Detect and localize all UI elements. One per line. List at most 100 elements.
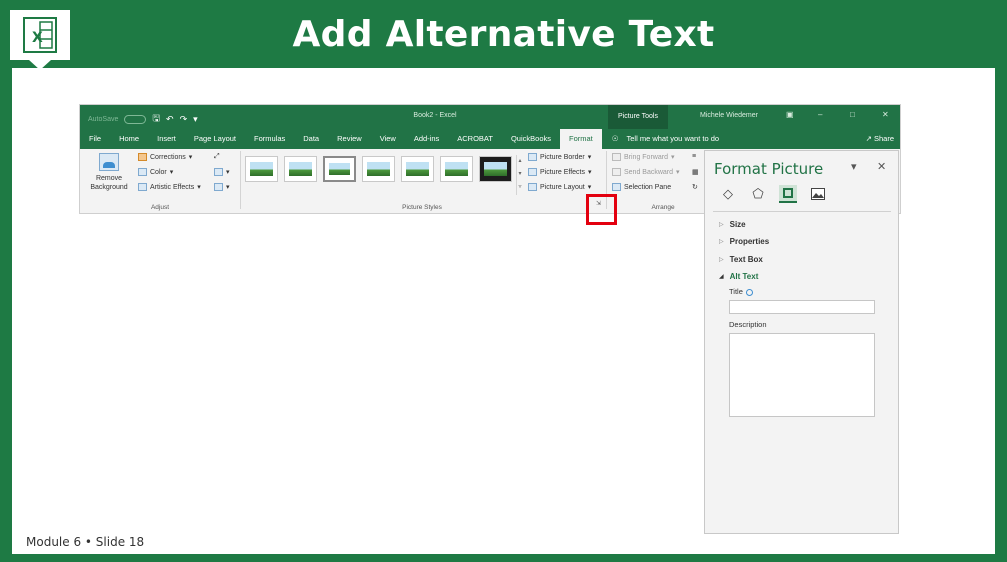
share-button[interactable]: ↗ Share xyxy=(866,129,894,149)
picture-layout-button[interactable]: Picture Layout ▾ xyxy=(528,183,591,191)
pane-close-icon[interactable]: ✕ xyxy=(877,160,886,173)
user-name[interactable]: Michele Wiedemer xyxy=(700,112,758,119)
picture-effects-label: Picture Effects xyxy=(540,168,586,176)
minimize-icon[interactable]: – xyxy=(818,110,822,119)
ribbon-tabs: File Home Insert Page Layout Formulas Da… xyxy=(80,129,900,149)
group-icon[interactable]: ▦ xyxy=(692,168,699,176)
picture-styles-group-label: Picture Styles xyxy=(402,204,442,211)
artistic-effects-label: Artistic Effects xyxy=(150,183,195,191)
close-icon[interactable]: ✕ xyxy=(882,110,889,119)
dropdown-arrow-icon: ▾ xyxy=(188,154,193,161)
document-title: Book2 - Excel xyxy=(413,112,457,119)
picture-style-thumb[interactable] xyxy=(362,156,395,182)
section-text-box[interactable]: ▷ Text Box xyxy=(719,255,763,264)
tab-data[interactable]: Data xyxy=(294,129,328,149)
corrections-icon xyxy=(138,153,147,161)
rotate-icon[interactable]: ↻ xyxy=(692,183,698,191)
bring-forward-label: Bring Forward xyxy=(624,153,668,161)
tab-review[interactable]: Review xyxy=(328,129,371,149)
alt-description-label: Description xyxy=(729,320,767,329)
section-properties[interactable]: ▷ Properties xyxy=(719,237,769,246)
tab-format[interactable]: Format xyxy=(560,129,602,149)
redo-icon[interactable]: ↷ xyxy=(180,114,188,125)
picture-style-thumb[interactable] xyxy=(323,156,356,182)
tab-formulas[interactable]: Formulas xyxy=(245,129,294,149)
tab-home[interactable]: Home xyxy=(110,129,148,149)
pane-title: Format Picture xyxy=(714,160,824,178)
selection-pane-button[interactable]: Selection Pane xyxy=(612,183,671,191)
selection-pane-label: Selection Pane xyxy=(624,183,672,191)
picture-layout-icon xyxy=(528,183,537,191)
send-backward-button[interactable]: Send Backward ▾ xyxy=(612,168,680,176)
dropdown-arrow-icon: ▾ xyxy=(169,169,174,176)
dropdown-arrow-icon: ▾ xyxy=(587,184,592,191)
reset-picture-button[interactable]: ▾ xyxy=(214,183,230,191)
picture-glyph xyxy=(811,188,825,200)
dropdown-arrow-icon: ▾ xyxy=(587,154,592,161)
effects-icon[interactable]: ⬠ xyxy=(749,185,767,203)
tab-view[interactable]: View xyxy=(371,129,405,149)
color-icon xyxy=(138,168,147,176)
dropdown-arrow-icon: ▾ xyxy=(588,169,592,176)
pane-options-icon[interactable]: ▾ xyxy=(851,160,857,173)
arrange-group-label: Arrange xyxy=(651,204,675,211)
pane-category-icons: ◇ ⬠ xyxy=(719,185,827,203)
gallery-scroll[interactable]: ▴ ▾ ▿ xyxy=(516,155,523,195)
color-button[interactable]: Color ▾ xyxy=(138,168,173,176)
bring-forward-icon xyxy=(612,153,621,161)
size-properties-glyph xyxy=(783,188,793,198)
dropdown-arrow-icon: ▾ xyxy=(226,184,230,191)
tell-me-search[interactable]: Tell me what you want to do xyxy=(627,129,728,149)
gallery-down-icon[interactable]: ▾ xyxy=(517,168,523,181)
info-icon[interactable] xyxy=(745,288,753,296)
picture-border-button[interactable]: Picture Border ▾ xyxy=(528,153,591,161)
picture-icon[interactable] xyxy=(809,185,827,203)
share-label: Share xyxy=(873,134,894,143)
picture-styles-gallery xyxy=(245,156,515,184)
artistic-effects-icon xyxy=(138,183,147,191)
picture-style-thumb[interactable] xyxy=(284,156,317,182)
section-alt-text[interactable]: ◢ Alt Text xyxy=(719,272,758,281)
autosave-label: AutoSave xyxy=(88,115,119,123)
fill-line-icon[interactable]: ◇ xyxy=(719,185,737,203)
picture-style-thumb[interactable] xyxy=(440,156,473,182)
lightbulb-icon: ☉ xyxy=(611,134,619,143)
size-properties-icon[interactable] xyxy=(779,185,797,203)
remove-background-button[interactable]: Remove Background xyxy=(86,153,132,192)
section-alt-text-label: Alt Text xyxy=(729,272,759,281)
corrections-button[interactable]: Corrections ▾ xyxy=(138,153,192,161)
align-icon[interactable]: ≡ xyxy=(692,153,696,160)
customize-qat-icon[interactable]: ▾ xyxy=(193,114,198,125)
tab-file[interactable]: File xyxy=(80,129,110,149)
picture-style-thumb[interactable] xyxy=(479,156,512,182)
alt-description-textarea[interactable] xyxy=(729,333,875,417)
tab-add-ins[interactable]: Add-ins xyxy=(405,129,448,149)
dropdown-arrow-icon: ▾ xyxy=(197,184,201,191)
tab-page-layout[interactable]: Page Layout xyxy=(185,129,245,149)
gallery-more-icon[interactable]: ▿ xyxy=(517,181,523,194)
corrections-label: Corrections xyxy=(150,153,186,161)
alt-title-input[interactable] xyxy=(729,300,875,314)
pane-divider xyxy=(713,211,891,212)
autosave-toggle[interactable] xyxy=(124,114,147,124)
tab-quickbooks[interactable]: QuickBooks xyxy=(502,129,560,149)
picture-style-thumb[interactable] xyxy=(401,156,434,182)
undo-icon[interactable]: ↶ xyxy=(166,114,174,125)
group-separator xyxy=(240,151,241,209)
save-icon[interactable]: 🖫 xyxy=(152,111,160,127)
picture-effects-button[interactable]: Picture Effects ▾ xyxy=(528,168,592,176)
share-icon: ↗ xyxy=(865,134,874,143)
maximize-icon[interactable]: □ xyxy=(850,110,855,119)
picture-style-thumb[interactable] xyxy=(245,156,278,182)
change-picture-button[interactable]: ▾ xyxy=(214,168,230,176)
gallery-up-icon[interactable]: ▴ xyxy=(517,155,523,168)
tab-acrobat[interactable]: ACROBAT xyxy=(448,129,502,149)
compress-pictures-button[interactable]: ⤢ xyxy=(214,153,220,161)
artistic-effects-button[interactable]: Artistic Effects ▾ xyxy=(138,183,201,191)
bring-forward-button[interactable]: Bring Forward ▾ xyxy=(612,153,674,161)
collapse-triangle-icon: ◢ xyxy=(719,274,724,280)
section-size[interactable]: ▷ Size xyxy=(719,220,746,229)
picture-border-icon xyxy=(528,153,537,161)
ribbon-display-icon[interactable]: ▣ xyxy=(786,110,794,119)
tab-insert[interactable]: Insert xyxy=(148,129,185,149)
